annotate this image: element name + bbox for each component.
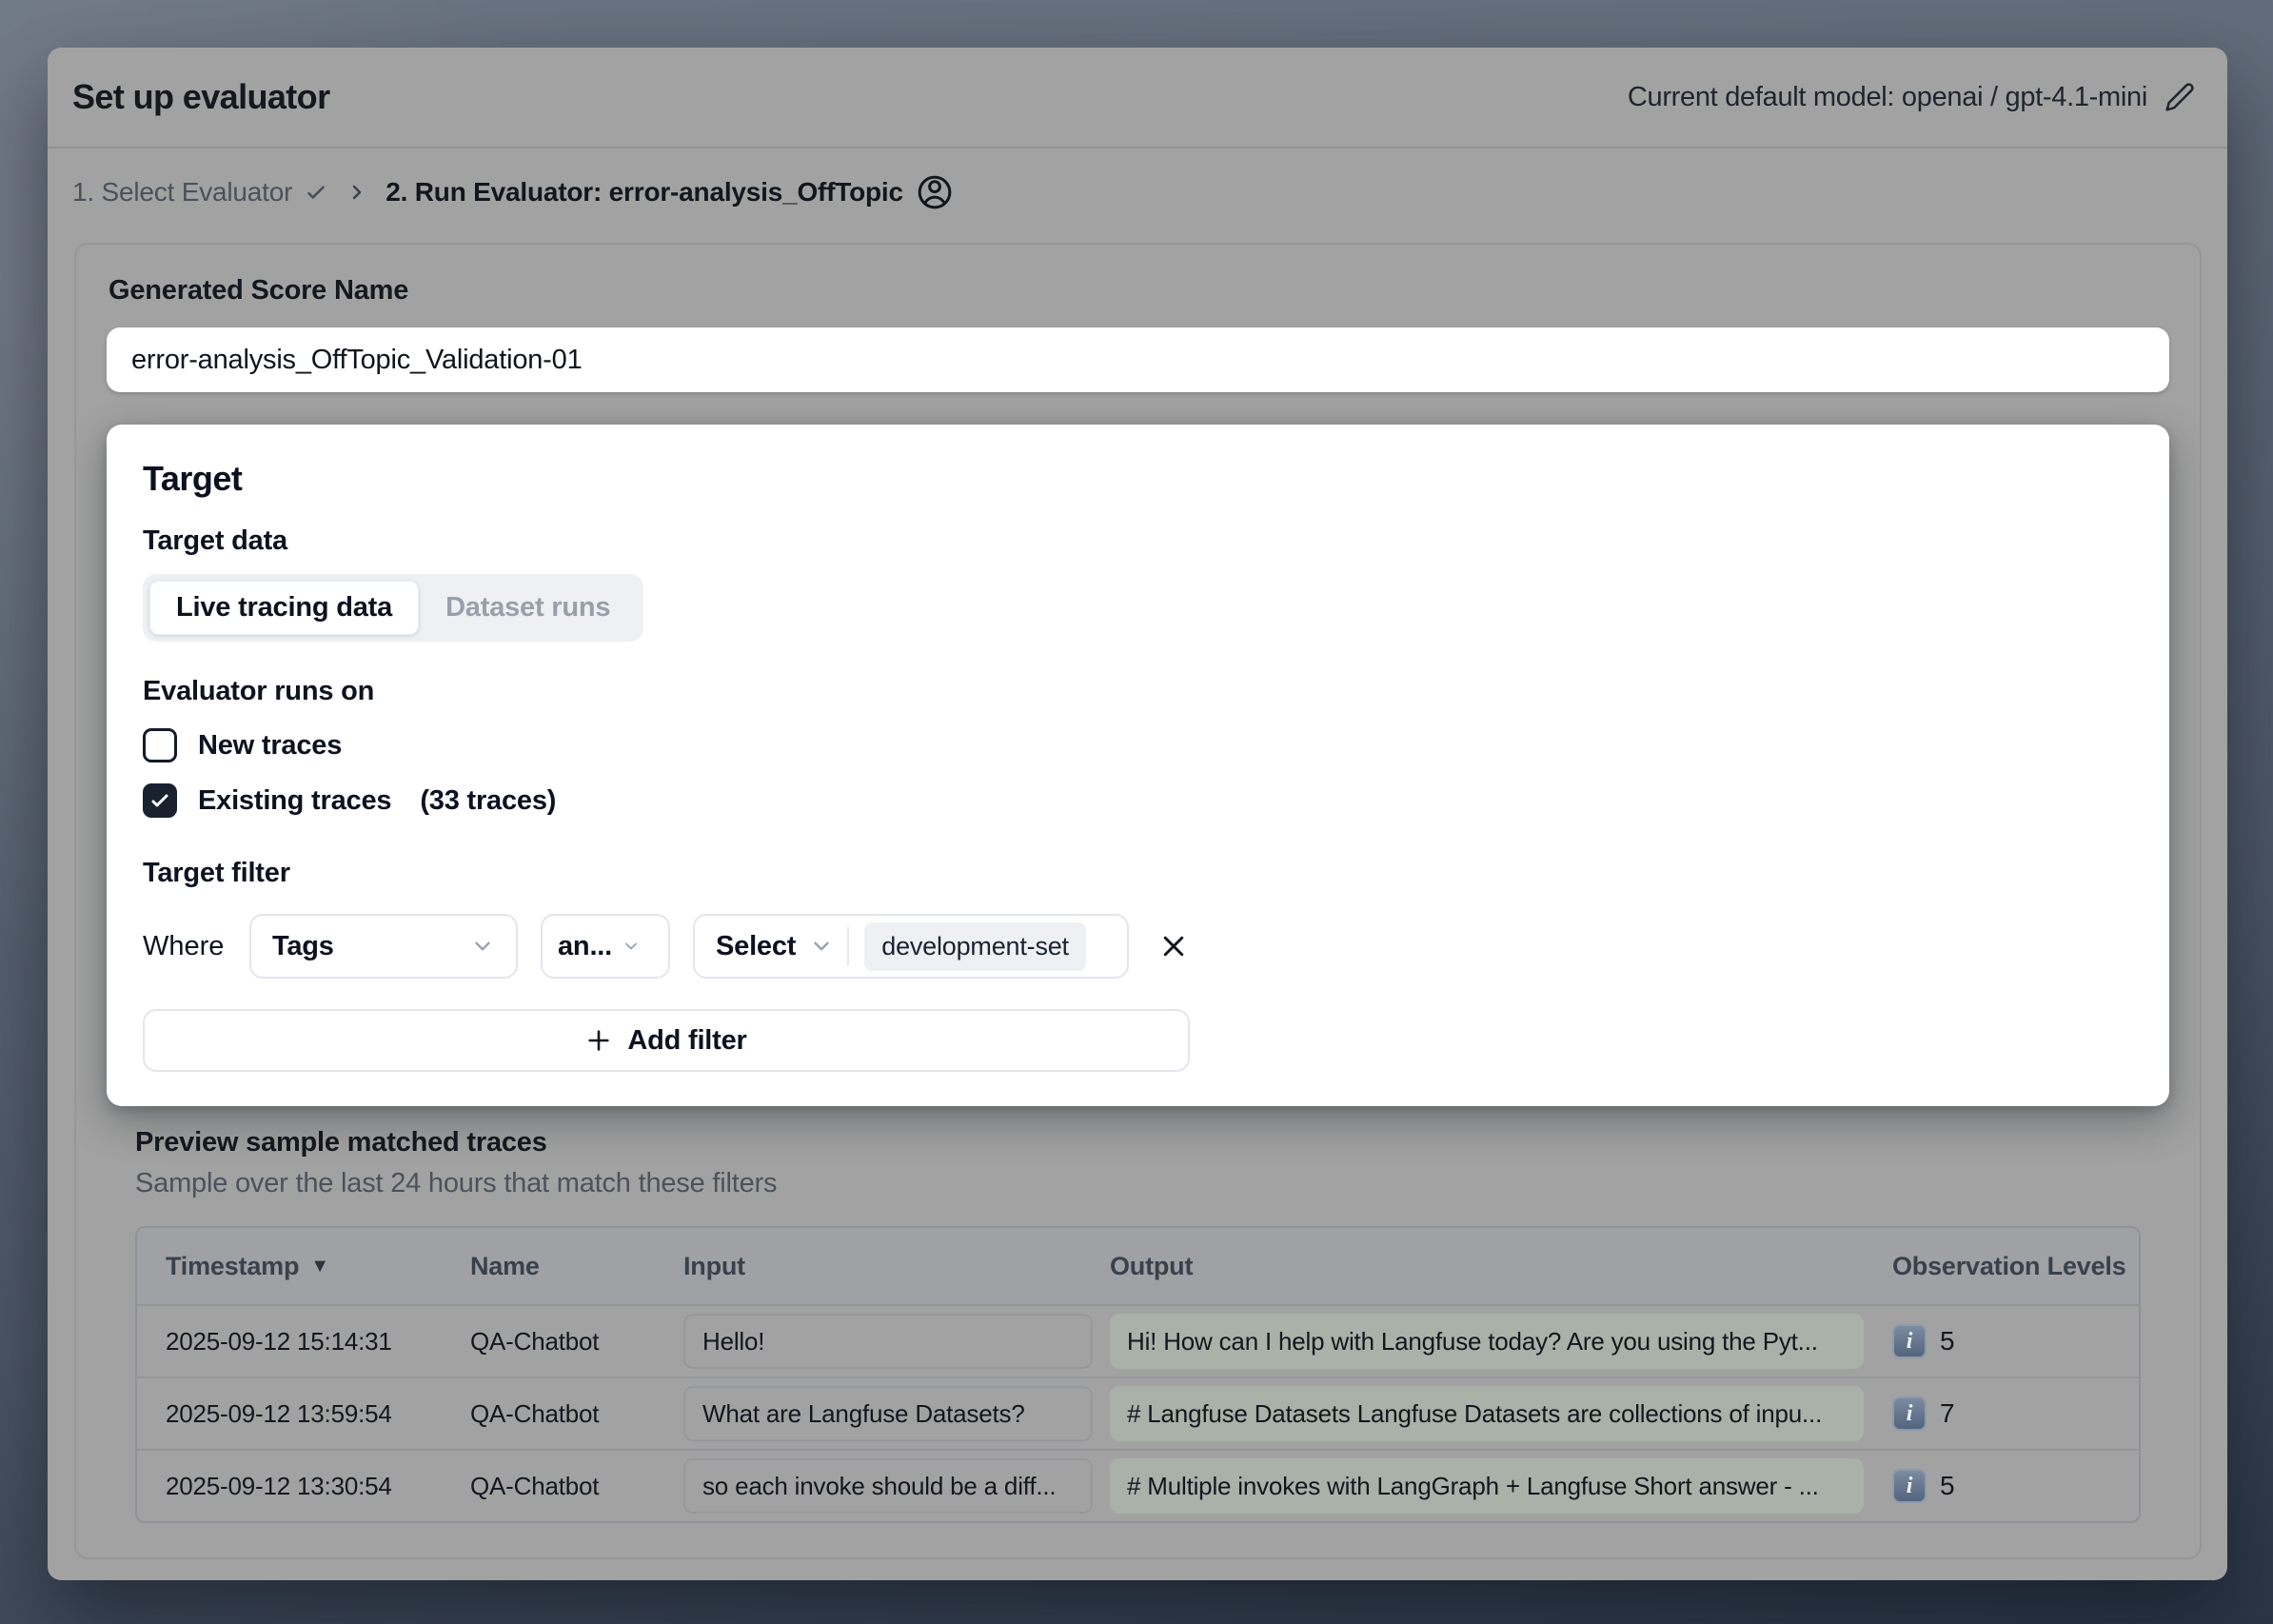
filter-column-select[interactable]: Tags (249, 914, 518, 979)
existing-traces-count: (33 traces) (420, 785, 556, 817)
tab-dataset-runs[interactable]: Dataset runs (419, 581, 637, 635)
checkbox-row-existing-traces[interactable]: Existing traces (33 traces) (143, 783, 2133, 818)
column-header-output[interactable]: Output (1100, 1252, 1873, 1281)
cell-output[interactable]: Hi! How can I help with Langfuse today? … (1110, 1314, 1864, 1369)
evaluator-runs-on-label: Evaluator runs on (143, 676, 2133, 707)
pencil-icon[interactable] (2164, 82, 2195, 112)
column-header-input[interactable]: Input (674, 1252, 1100, 1281)
column-header-name[interactable]: Name (461, 1252, 674, 1281)
table-header-row: Timestamp ▼ Name Input Output Observatio… (137, 1228, 2139, 1304)
timestamp-header-label: Timestamp (166, 1252, 299, 1281)
observation-level-count: 5 (1940, 1471, 1954, 1501)
cell-name: QA-Chatbot (461, 1472, 674, 1501)
generated-score-name-input[interactable] (107, 327, 2169, 392)
remove-filter-button[interactable] (1154, 926, 1194, 966)
divider (847, 927, 849, 965)
cell-name: QA-Chatbot (461, 1327, 674, 1357)
cell-output[interactable]: # Langfuse Datasets Langfuse Datasets ar… (1110, 1386, 1864, 1441)
default-model-info: Current default model: openai / gpt-4.1-… (1628, 82, 2195, 113)
breadcrumb: 1. Select Evaluator 2. Run Evaluator: er… (72, 169, 953, 215)
chevron-down-icon (470, 934, 495, 959)
column-header-timestamp[interactable]: Timestamp ▼ (137, 1252, 461, 1281)
filter-value-chip[interactable]: development-set (864, 922, 1086, 971)
target-data-tabs: Live tracing data Dataset runs (143, 574, 643, 642)
filter-value-select[interactable]: Select development-set (693, 914, 1129, 979)
dialog-title: Set up evaluator (72, 77, 329, 117)
dialog-header: Set up evaluator Current default model: … (48, 48, 2227, 149)
target-card: Target Target data Live tracing data Dat… (107, 425, 2169, 1106)
preview-table: Timestamp ▼ Name Input Output Observatio… (135, 1226, 2141, 1523)
new-traces-checkbox[interactable] (143, 728, 177, 762)
add-filter-button[interactable]: Add filter (143, 1009, 1190, 1072)
app-background: Set up evaluator Current default model: … (0, 0, 2273, 1624)
filter-operator-value: an... (558, 931, 612, 962)
chevron-right-icon (346, 181, 368, 204)
cell-input[interactable]: so each invoke should be a diff... (683, 1458, 1093, 1514)
filter-builder-row: Where Tags an... Select (143, 914, 2133, 979)
preview-title: Preview sample matched traces (135, 1127, 2141, 1159)
x-icon (1159, 932, 1188, 961)
cell-output[interactable]: # Multiple invokes with LangGraph + Lang… (1110, 1458, 1864, 1514)
info-icon: i (1892, 1324, 1927, 1358)
chevron-down-icon (809, 934, 834, 959)
sort-desc-icon: ▼ (310, 1256, 329, 1277)
column-header-observation-levels[interactable]: Observation Levels (1873, 1252, 2139, 1281)
filter-operator-select[interactable]: an... (541, 914, 670, 979)
cell-observation-levels: i 5 (1873, 1469, 2139, 1503)
content-panel: Generated Score Name Target Target data … (74, 243, 2202, 1559)
info-icon: i (1892, 1469, 1927, 1503)
filter-value-placeholder: Select (716, 931, 796, 962)
generated-score-name-label: Generated Score Name (109, 275, 2169, 307)
info-icon: i (1892, 1396, 1927, 1431)
table-row[interactable]: 2025-09-12 15:14:31 QA-Chatbot Hello! Hi… (137, 1304, 2139, 1376)
cell-timestamp: 2025-09-12 13:30:54 (137, 1472, 461, 1501)
filter-column-value: Tags (272, 931, 334, 962)
observation-level-count: 5 (1940, 1326, 1954, 1357)
cell-observation-levels: i 5 (1873, 1324, 2139, 1358)
new-traces-label: New traces (198, 730, 342, 762)
observation-level-count: 7 (1940, 1398, 1954, 1429)
check-icon (304, 180, 328, 205)
default-model-label: Current default model: openai / gpt-4.1-… (1628, 82, 2147, 113)
target-title: Target (143, 459, 2133, 499)
breadcrumb-step-run-evaluator: 2. Run Evaluator: error-analysis_OffTopi… (385, 174, 953, 210)
tab-live-tracing-data[interactable]: Live tracing data (149, 581, 419, 635)
cell-name: QA-Chatbot (461, 1399, 674, 1429)
where-label: Where (143, 931, 227, 962)
cell-input[interactable]: What are Langfuse Datasets? (683, 1386, 1093, 1441)
plus-icon (585, 1027, 612, 1054)
cell-timestamp: 2025-09-12 15:14:31 (137, 1327, 461, 1357)
chevron-down-icon (622, 937, 641, 956)
existing-traces-label: Existing traces (198, 785, 391, 817)
cell-timestamp: 2025-09-12 13:59:54 (137, 1399, 461, 1429)
existing-traces-checkbox[interactable] (143, 783, 177, 818)
setup-evaluator-dialog: Set up evaluator Current default model: … (48, 48, 2227, 1580)
table-row[interactable]: 2025-09-12 13:30:54 QA-Chatbot so each i… (137, 1449, 2139, 1521)
preview-subtitle: Sample over the last 24 hours that match… (135, 1168, 2141, 1199)
breadcrumb-step2-label: 2. Run Evaluator: error-analysis_OffTopi… (385, 177, 903, 208)
breadcrumb-step-select-evaluator[interactable]: 1. Select Evaluator (72, 177, 328, 208)
checkbox-row-new-traces[interactable]: New traces (143, 728, 2133, 762)
target-data-label: Target data (143, 525, 2133, 557)
add-filter-label: Add filter (627, 1025, 746, 1057)
breadcrumb-step1-label: 1. Select Evaluator (72, 177, 292, 208)
target-filter-label: Target filter (143, 858, 2133, 889)
user-circle-icon (917, 174, 953, 210)
cell-input[interactable]: Hello! (683, 1314, 1093, 1369)
preview-section: Preview sample matched traces Sample ove… (107, 1127, 2169, 1523)
table-row[interactable]: 2025-09-12 13:59:54 QA-Chatbot What are … (137, 1376, 2139, 1449)
cell-observation-levels: i 7 (1873, 1396, 2139, 1431)
